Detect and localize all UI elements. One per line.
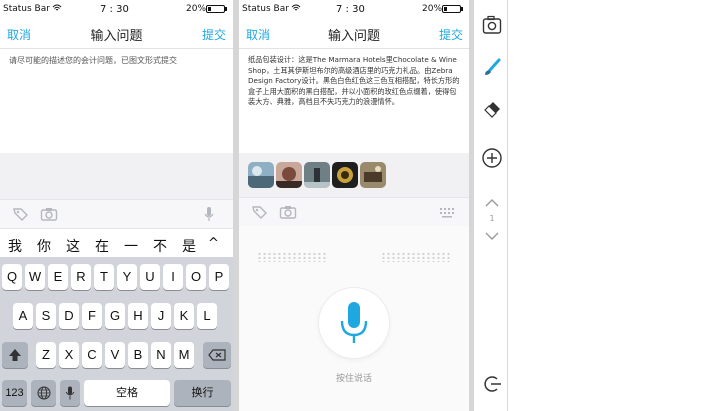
- key-e[interactable]: E: [48, 264, 68, 290]
- candidate-word[interactable]: 一: [124, 236, 138, 256]
- press-to-talk-hint: 按住说话: [335, 374, 372, 384]
- submit-button[interactable]: 提交: [439, 26, 463, 43]
- tag-icon[interactable]: [251, 204, 269, 220]
- status-time: 7 : 30: [336, 4, 365, 15]
- key-y[interactable]: Y: [117, 264, 137, 290]
- key-n[interactable]: N: [151, 342, 171, 368]
- brush-icon[interactable]: [481, 57, 503, 79]
- attached-photo-thumbnail[interactable]: [360, 162, 386, 188]
- question-text[interactable]: 纸品包装设计：这是The Marmara Hotels里Chocolate & …: [248, 55, 460, 108]
- key-w[interactable]: W: [25, 264, 45, 290]
- status-time: 7 : 30: [100, 4, 129, 15]
- input-toolbar: [239, 197, 469, 227]
- key-a[interactable]: A: [13, 303, 33, 329]
- key-f[interactable]: F: [82, 303, 102, 329]
- key-i[interactable]: I: [163, 264, 183, 290]
- collapse-candidates-button[interactable]: ^: [208, 236, 219, 251]
- press-to-talk-button[interactable]: [319, 288, 389, 358]
- dictation-key[interactable]: [60, 380, 80, 406]
- keyboard-icon[interactable]: [439, 204, 455, 220]
- shift-icon: [9, 349, 21, 361]
- panel-text-input: Status Bar 7 : 30 20% 取消 输入问题 提交 请尽可能的描述…: [0, 0, 233, 411]
- page-indicator: 1: [489, 214, 495, 223]
- backspace-key[interactable]: [203, 342, 231, 368]
- key-h[interactable]: H: [128, 303, 148, 329]
- battery-icon: [442, 5, 461, 13]
- nav-bar: 取消 输入问题 提交: [0, 20, 233, 49]
- key-x[interactable]: X: [59, 342, 79, 368]
- key-z[interactable]: Z: [36, 342, 56, 368]
- panel-voice-input: Status Bar 7 : 30 20% 取消 输入问题 提交 纸品包装设计：…: [239, 0, 469, 411]
- waveform-left: [257, 252, 327, 262]
- space-key[interactable]: 空格: [84, 380, 170, 406]
- battery-icon: [206, 5, 225, 13]
- key-g[interactable]: G: [105, 303, 125, 329]
- candidate-word[interactable]: 我: [8, 236, 22, 256]
- numbers-key[interactable]: 123: [2, 380, 27, 406]
- key-k[interactable]: K: [174, 303, 194, 329]
- key-v[interactable]: V: [105, 342, 125, 368]
- add-circle-icon[interactable]: [481, 147, 503, 169]
- tag-icon[interactable]: [12, 206, 30, 222]
- chevron-up-icon[interactable]: [481, 192, 503, 214]
- candidate-word[interactable]: 不: [153, 236, 167, 256]
- camera-icon[interactable]: [40, 206, 58, 222]
- keyboard: Q W E R T Y U I O P A S D F G H J K L Z …: [0, 257, 233, 411]
- wifi-icon: [52, 4, 62, 11]
- attached-photo-thumbnail[interactable]: [248, 162, 274, 188]
- key-m[interactable]: M: [174, 342, 194, 368]
- status-battery-text: 20%: [186, 4, 207, 14]
- key-j[interactable]: J: [151, 303, 171, 329]
- status-bar: Status Bar 7 : 30 20%: [239, 0, 469, 18]
- shift-key[interactable]: [2, 342, 28, 368]
- camera-icon[interactable]: [481, 14, 503, 36]
- key-t[interactable]: T: [94, 264, 114, 290]
- key-q[interactable]: Q: [2, 264, 22, 290]
- eraser-icon[interactable]: [481, 97, 503, 119]
- candidate-word[interactable]: 这: [66, 236, 80, 256]
- voice-input-area: 按住说话: [239, 226, 469, 411]
- key-p[interactable]: P: [209, 264, 229, 290]
- nav-bar: 取消 输入问题 提交: [239, 20, 469, 49]
- status-carrier: Status Bar: [3, 4, 50, 14]
- key-d[interactable]: D: [59, 303, 79, 329]
- page-title: 输入问题: [327, 29, 380, 44]
- exit-icon[interactable]: [481, 373, 503, 395]
- backspace-icon: [208, 349, 226, 361]
- globe-icon: [37, 386, 50, 400]
- chevron-down-icon[interactable]: [481, 225, 503, 247]
- status-bar: Status Bar 7 : 30 20%: [0, 0, 233, 18]
- key-l[interactable]: L: [197, 303, 217, 329]
- candidate-word[interactable]: 在: [95, 236, 109, 256]
- attached-photo-thumbnail[interactable]: [276, 162, 302, 188]
- microphone-icon: [65, 386, 75, 400]
- status-carrier: Status Bar: [242, 4, 289, 14]
- microphone-icon: [340, 302, 368, 343]
- key-c[interactable]: C: [82, 342, 102, 368]
- globe-key[interactable]: [31, 380, 56, 406]
- key-o[interactable]: O: [186, 264, 206, 290]
- attached-photo-thumbnail[interactable]: [304, 162, 330, 188]
- page-title: 输入问题: [90, 29, 143, 44]
- candidate-word[interactable]: 是: [182, 236, 196, 256]
- wifi-icon: [291, 4, 301, 11]
- attached-photo-thumbnail[interactable]: [332, 162, 358, 188]
- status-battery-text: 20%: [422, 4, 443, 14]
- key-r[interactable]: R: [71, 264, 91, 290]
- input-toolbar: [0, 199, 233, 229]
- question-placeholder: 请尽可能的描述您的会计问题，已图文形式提交: [9, 56, 177, 65]
- return-key[interactable]: 换行: [174, 380, 231, 406]
- attachment-area: [0, 153, 233, 199]
- camera-icon[interactable]: [279, 204, 297, 220]
- candidate-word[interactable]: 你: [37, 236, 51, 256]
- key-s[interactable]: S: [36, 303, 56, 329]
- key-u[interactable]: U: [140, 264, 160, 290]
- key-b[interactable]: B: [128, 342, 148, 368]
- submit-button[interactable]: 提交: [202, 26, 226, 43]
- question-textarea[interactable]: 请尽可能的描述您的会计问题，已图文形式提交: [0, 49, 233, 153]
- waveform-right: [381, 252, 451, 262]
- microphone-icon[interactable]: [200, 206, 218, 222]
